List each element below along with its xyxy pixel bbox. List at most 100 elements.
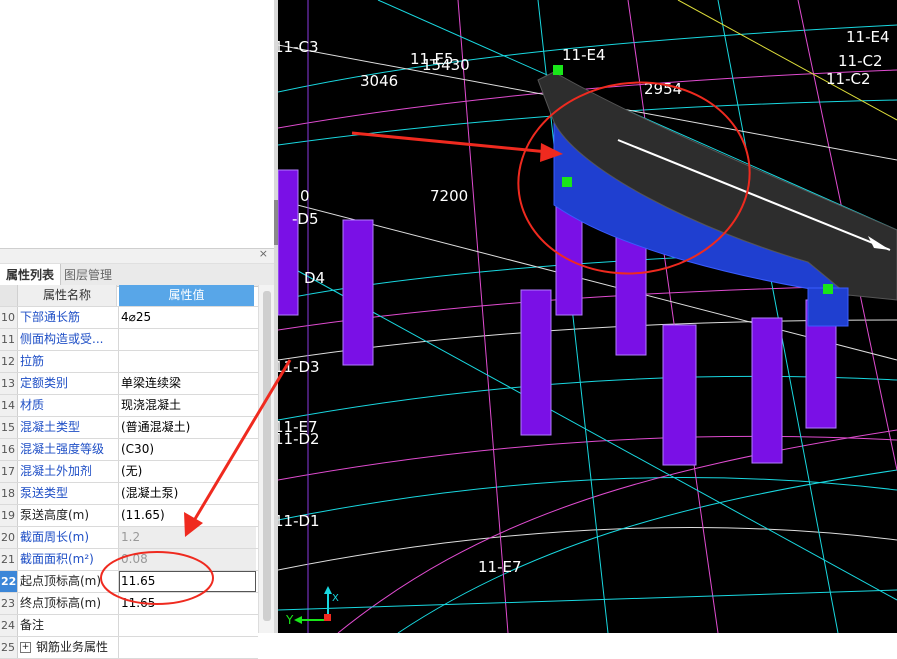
panel-tabbar: 属性列表 图层管理 (0, 264, 274, 287)
property-row[interactable]: 20 截面周长(m) 1.2 (0, 527, 258, 549)
row-number: 23 (0, 593, 18, 614)
property-name-text: 起点顶标高(m) (20, 574, 102, 588)
grid-header-row: 属性名称 属性值 (0, 285, 258, 307)
property-row[interactable]: 15 混凝土类型 (普通混凝土) (0, 417, 258, 439)
property-value[interactable]: (11.65) (119, 505, 256, 526)
selection-handle[interactable] (823, 284, 833, 294)
dimension-label: 2954 (644, 80, 682, 98)
row-number: 18 (0, 483, 18, 504)
scrollbar-thumb[interactable] (263, 291, 271, 621)
selection-handle[interactable] (553, 65, 563, 75)
property-name: 截面周长(m) (18, 527, 119, 548)
empty-panel-area (0, 0, 274, 248)
property-value[interactable]: 单梁连续梁 (119, 373, 256, 394)
property-row[interactable]: 18 泵送类型 (混凝土泵) (0, 483, 258, 505)
tab-property-list[interactable]: 属性列表 (0, 264, 62, 286)
property-row[interactable]: 23 终点顶标高(m) 11.65 (0, 593, 258, 615)
grid-label: 11-E4 (562, 46, 606, 64)
property-value[interactable]: (无) (119, 461, 256, 482)
column[interactable] (342, 219, 374, 366)
row-number: 21 (0, 549, 18, 570)
property-row[interactable]: 10 下部通长筋 4⌀25 (0, 307, 258, 329)
scene-drawing: 11-C3 11-E5 15430 11-E4 11-E4 11-C2 11-C… (278, 0, 897, 633)
row-number: 13 (0, 373, 18, 394)
row-number: 14 (0, 395, 18, 416)
property-row[interactable]: 25 + 钢筋业务属性 (0, 637, 258, 659)
column-header-value: 属性值 (119, 285, 254, 306)
property-value[interactable]: (混凝土泵) (119, 483, 256, 504)
grid-scrollbar[interactable] (258, 285, 275, 633)
property-name-text: 泵送高度(m) (20, 508, 90, 522)
property-name: 起点顶标高(m) (18, 571, 119, 592)
close-icon[interactable]: × (259, 247, 268, 260)
grid-label: -D5 (292, 210, 319, 228)
grid-label: 11-C2 (826, 70, 871, 88)
property-value[interactable] (119, 637, 256, 658)
grid-label: 11-E4 (846, 28, 890, 46)
property-row[interactable]: 21 截面面积(m²) 0.08 (0, 549, 258, 571)
property-name-text: 钢筋业务属性 (36, 640, 109, 654)
row-number: 10 (0, 307, 18, 328)
row-number: 17 (0, 461, 18, 482)
property-name-text: 定额类别 (20, 376, 69, 390)
row-number: 19 (0, 505, 18, 526)
property-name: 终点顶标高(m) (18, 593, 119, 614)
grid-label: 0 (300, 187, 310, 205)
column[interactable] (751, 317, 783, 464)
tab-layer-manager[interactable]: 图层管理 (58, 264, 118, 286)
property-value[interactable]: 现浇混凝土 (119, 395, 256, 416)
property-name: 泵送高度(m) (18, 505, 119, 526)
property-value[interactable]: 4⌀25 (119, 307, 256, 328)
property-row[interactable]: 11 侧面构造或受... (0, 329, 258, 351)
column-header-name: 属性名称 (18, 285, 117, 306)
axis-y-label: Y (285, 613, 294, 627)
property-name: 下部通长筋 (18, 307, 119, 328)
column[interactable] (520, 289, 552, 436)
selection-handle[interactable] (562, 177, 572, 187)
grid-label: 11-C2 (838, 52, 883, 70)
property-row[interactable]: 17 混凝土外加剂 (无) (0, 461, 258, 483)
property-name-text: 下部通长筋 (20, 310, 81, 324)
grid-label: 11-D3 (278, 358, 320, 376)
row-number: 25 (0, 637, 18, 658)
property-name-text: 截面面积(m²) (20, 552, 94, 566)
column[interactable] (662, 324, 697, 466)
row-number: 12 (0, 351, 18, 372)
curved-beam[interactable] (537, 65, 897, 327)
property-row[interactable]: 19 泵送高度(m) (11.65) (0, 505, 258, 527)
expand-icon[interactable]: + (20, 642, 31, 653)
grid-label: D4 (304, 269, 325, 287)
property-value[interactable]: 11.65 (119, 571, 256, 592)
property-value[interactable] (119, 329, 256, 350)
row-number: 11 (0, 329, 18, 350)
grid-label: 11-D2 (278, 430, 320, 448)
property-row[interactable]: 16 混凝土强度等级 (C30) (0, 439, 258, 461)
property-name-text: 泵送类型 (20, 486, 69, 500)
left-pane: × 属性列表 图层管理 属性名称 属性值 10 下部通长筋 4⌀25 11 侧面构造或受… (0, 0, 276, 659)
panel-titlebar: × (0, 247, 274, 264)
property-value[interactable]: 0.08 (119, 549, 256, 570)
row-number: 22 (0, 571, 18, 592)
property-row[interactable]: 12 拉筋 (0, 351, 258, 373)
property-row[interactable]: 24 备注 (0, 615, 258, 637)
property-value[interactable]: (C30) (119, 439, 256, 460)
property-name: 混凝土类型 (18, 417, 119, 438)
property-name-text: 截面周长(m) (20, 530, 90, 544)
dimension-label: 7200 (430, 187, 468, 205)
property-row[interactable]: 13 定额类别 单梁连续梁 (0, 373, 258, 395)
property-value[interactable]: 1.2 (119, 527, 256, 548)
property-row[interactable]: 22 起点顶标高(m) 11.65 (0, 571, 258, 593)
property-panel: × 属性列表 图层管理 属性名称 属性值 10 下部通长筋 4⌀25 11 侧面构造或受… (0, 247, 275, 659)
grid-label: 11-D1 (278, 512, 320, 530)
property-name-text: 拉筋 (20, 354, 45, 368)
column[interactable] (278, 169, 299, 316)
property-value[interactable]: 11.65 (119, 593, 256, 614)
row-number: 20 (0, 527, 18, 548)
grid-label: 11-C3 (278, 38, 319, 56)
property-name-text: 材质 (20, 398, 45, 412)
property-value[interactable]: (普通混凝土) (119, 417, 256, 438)
property-value[interactable] (119, 351, 256, 372)
property-row[interactable]: 14 材质 现浇混凝土 (0, 395, 258, 417)
3d-model-viewport[interactable]: 11-C3 11-E5 15430 11-E4 11-E4 11-C2 11-C… (278, 0, 897, 633)
property-name: 混凝土外加剂 (18, 461, 119, 482)
